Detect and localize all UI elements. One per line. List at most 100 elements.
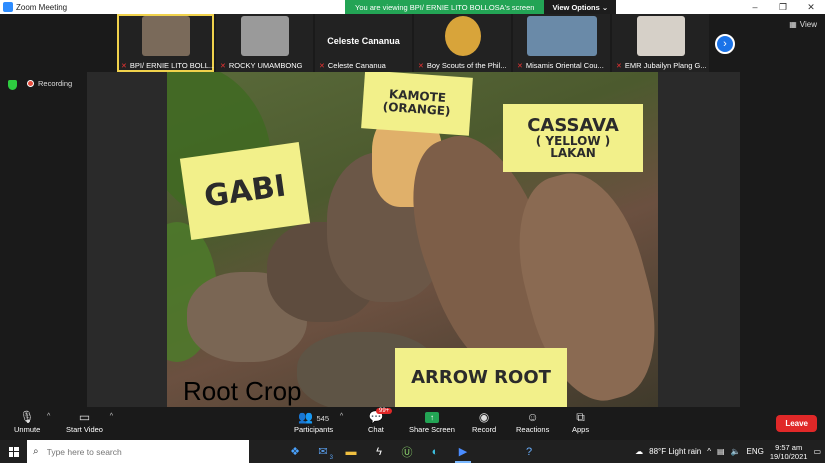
apps-button[interactable]: ⧉ Apps	[572, 410, 589, 434]
participant-tile[interactable]: ✕ BPI/ ERNIE LITO BOLL...	[117, 14, 214, 72]
mic-muted-icon: ✕	[517, 62, 523, 70]
chevron-up-icon[interactable]: ^	[340, 413, 343, 420]
grid-icon: ▦	[789, 20, 797, 29]
kamote-label: KAMOTE (ORANGE)	[361, 72, 473, 136]
participant-avatar	[240, 16, 289, 56]
participant-tile[interactable]: ✕ Boy Scouts of the Phil...	[414, 14, 511, 72]
mic-muted-icon: ✕	[616, 62, 622, 70]
participant-avatar	[444, 16, 481, 56]
mail-badge: 3	[329, 455, 333, 461]
network-icon[interactable]: ▤	[717, 447, 725, 456]
close-button[interactable]: ✕	[797, 0, 825, 14]
window-title: Zoom Meeting	[16, 2, 68, 12]
maximize-button[interactable]: ❐	[769, 0, 797, 14]
record-button[interactable]: ◉ Record	[472, 410, 496, 434]
chat-button[interactable]: 💬 99+ Chat	[368, 408, 393, 434]
slide-title: Root Crop	[183, 376, 302, 406]
chevron-up-icon[interactable]: ^	[110, 413, 113, 420]
mail-icon[interactable]: ✉ 3	[309, 440, 337, 463]
share-screen-button[interactable]: ↑ Share Screen	[409, 410, 455, 434]
taskbar-search-input[interactable]	[46, 446, 227, 457]
participants-button[interactable]: 👥 545 Participants ^	[294, 410, 343, 434]
participant-name: Celeste Cananua	[327, 61, 386, 70]
view-label: View	[799, 20, 817, 29]
system-tray: ☁ 88°F Light rain ^ ▤ 🔈 ENG 9:57 am 19/1…	[635, 440, 825, 463]
mic-muted-icon: ✕	[418, 62, 424, 70]
dropbox-icon[interactable]: ❖	[281, 440, 309, 463]
leave-button[interactable]: Leave	[776, 415, 817, 432]
upwork-icon[interactable]: Ⓤ	[393, 440, 421, 463]
shared-screen: KAMOTE (ORANGE) CASSAVA ( YELLOW ) LAKAN…	[87, 72, 740, 407]
zoom-app-icon	[3, 2, 13, 12]
reactions-icon: ☺	[526, 410, 539, 424]
participant-tile[interactable]: ✕ ROCKY UMAMBONG	[216, 14, 313, 72]
participant-video	[526, 16, 597, 56]
taskbar-apps: ❖ ✉ 3 ▬ ϟ Ⓤ ◐ ▶	[281, 440, 477, 463]
meeting-toolbar: 🎙 Unmute ^ ▭ Start Video ^ 👥 545 Partici…	[0, 407, 825, 440]
recording-label: Recording	[38, 79, 73, 88]
participant-name: Misamis Oriental Cou...	[525, 61, 604, 70]
apps-icon: ⧉	[576, 410, 585, 424]
window-controls: – ❐ ✕	[741, 0, 825, 14]
start-button[interactable]	[0, 440, 27, 463]
clock-date: 19/10/2021	[769, 451, 808, 461]
participants-count: 545	[316, 414, 329, 423]
slide-image: KAMOTE (ORANGE) CASSAVA ( YELLOW ) LAKAN…	[167, 72, 658, 407]
windows-logo-icon	[8, 446, 19, 457]
minimize-button[interactable]: –	[741, 0, 769, 14]
participant-name: Boy Scouts of the Phil...	[426, 61, 507, 70]
unmute-button[interactable]: 🎙 Unmute ^	[14, 410, 50, 434]
participant-tile[interactable]: ✕ EMR Jubailyn Plang G...	[612, 14, 709, 72]
gabi-label: GABI	[179, 142, 311, 240]
help-icon[interactable]: ?	[515, 440, 543, 463]
edge-icon[interactable]: ◐	[421, 440, 449, 463]
start-video-button[interactable]: ▭ Start Video ^	[66, 410, 113, 434]
share-banner: You are viewing BPI/ ERNIE LITO BOLLOSA'…	[345, 0, 617, 14]
mic-muted-icon: ✕	[319, 62, 325, 70]
volume-icon[interactable]: 🔈	[731, 447, 741, 456]
cassava-label: CASSAVA ( YELLOW ) LAKAN	[503, 104, 643, 172]
participant-big-name: Celeste Cananua	[327, 36, 400, 46]
view-options-button[interactable]: View Options ⌄	[544, 0, 617, 14]
language-indicator[interactable]: ENG	[747, 447, 764, 456]
participant-name: BPI/ ERNIE LITO BOLL...	[129, 61, 214, 70]
record-dot-icon	[27, 80, 34, 87]
file-explorer-icon[interactable]: ▬	[337, 440, 365, 463]
participant-strip: ✕ BPI/ ERNIE LITO BOLL... ✕ ROCKY UMAMBONG…	[117, 14, 709, 72]
chat-badge: 99+	[376, 408, 393, 414]
share-banner-message: You are viewing BPI/ ERNIE LITO BOLLOSA'…	[345, 0, 545, 14]
notifications-icon[interactable]: ▭	[813, 447, 821, 456]
view-button[interactable]: ▦ View	[789, 20, 817, 29]
participant-tile[interactable]: ✕ Misamis Oriental Cou...	[513, 14, 610, 72]
video-off-icon: ▭	[78, 410, 91, 424]
participant-video	[636, 16, 685, 56]
taskbar-search[interactable]: ⌕	[27, 440, 249, 463]
meeting-stage: ✕ BPI/ ERNIE LITO BOLL... ✕ ROCKY UMAMBONG…	[0, 14, 825, 407]
clock[interactable]: 9:57 am 19/10/2021	[770, 443, 808, 461]
participant-name: EMR Jubailyn Plang G...	[624, 61, 707, 70]
mic-muted-icon: ✕	[121, 62, 127, 70]
recording-indicator[interactable]: Recording	[27, 79, 72, 88]
participant-tile[interactable]: Celeste Cananua ✕ Celeste Cananua	[315, 14, 412, 72]
next-page-button[interactable]: ›	[715, 34, 735, 54]
participant-name: ROCKY UMAMBONG	[228, 61, 303, 70]
participant-video	[141, 16, 190, 56]
reactions-button[interactable]: ☺ Reactions	[516, 410, 549, 434]
window-titlebar: Zoom Meeting You are viewing BPI/ ERNIE …	[0, 0, 825, 14]
chevron-up-icon[interactable]: ^	[707, 447, 711, 456]
mic-off-icon: 🎙	[19, 410, 35, 424]
chevron-right-icon: ›	[723, 38, 727, 50]
clock-time: 9:57 am	[775, 442, 803, 452]
weather-icon: ☁	[635, 447, 644, 456]
arrow-root-label: ARROW ROOT	[395, 348, 567, 407]
chevron-up-icon[interactable]: ^	[47, 413, 50, 420]
weather-text[interactable]: 88°F Light rain	[649, 447, 701, 456]
security-shield-icon[interactable]	[8, 80, 17, 90]
mic-muted-icon: ✕	[220, 62, 226, 70]
zoom-taskbar-icon[interactable]: ▶	[449, 440, 477, 463]
share-screen-icon: ↑	[424, 412, 439, 423]
record-icon: ◉	[478, 410, 490, 424]
windows-taskbar: ⌕ ❖ ✉3 ▬ ϟ Ⓤ ◐ ▶ ? ☁ 88°F Light rain ^ ▤…	[0, 440, 825, 463]
lightning-app-icon[interactable]: ϟ	[365, 440, 393, 463]
search-icon: ⌕	[33, 446, 39, 457]
